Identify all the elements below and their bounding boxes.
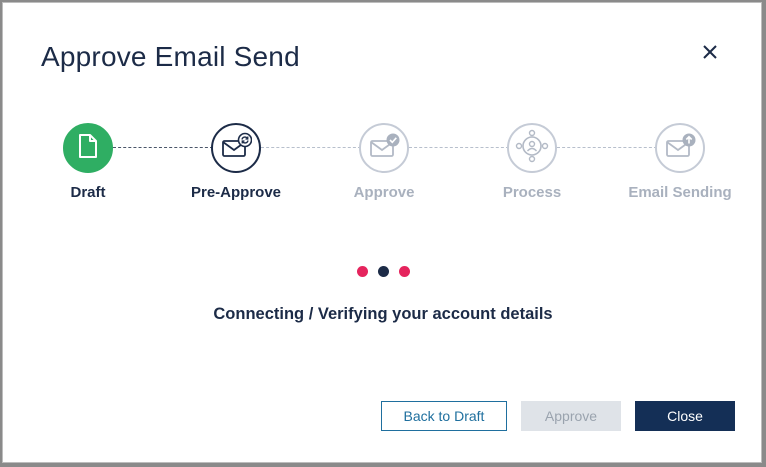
step-pre-approve [211,123,261,173]
step-label-email-sending: Email Sending [628,184,732,201]
loading-dot [399,266,410,277]
step-connector [557,147,657,148]
email-upload-icon [664,132,696,165]
step-label-draft: Draft [70,184,106,201]
email-check-icon [368,132,400,165]
step-label-pre-approve: Pre-Approve [190,184,282,201]
step-label-process: Process [502,184,562,201]
status-message: Connecting / Verifying your account deta… [213,305,553,323]
close-button[interactable]: Close [635,401,735,431]
step-process [507,123,557,173]
step-label-approve: Approve [353,184,415,201]
step-connector [409,147,509,148]
document-icon [77,133,99,164]
step-email-sending [655,123,705,173]
step-approve [359,123,409,173]
approve-email-send-dialog: Approve Email Send Draft Pre-Approve App… [2,2,762,463]
back-to-draft-button[interactable]: Back to Draft [381,401,507,431]
process-hub-icon [515,129,549,168]
step-connector [113,147,213,148]
approve-button[interactable]: Approve [521,401,621,431]
step-connector [261,147,361,148]
loading-dot [378,266,389,277]
loading-dot [357,266,368,277]
email-refresh-icon [220,132,253,165]
progress-stepper: Draft Pre-Approve Approve Process Email … [3,3,763,223]
loading-indicator [357,266,410,277]
step-draft [63,123,113,173]
